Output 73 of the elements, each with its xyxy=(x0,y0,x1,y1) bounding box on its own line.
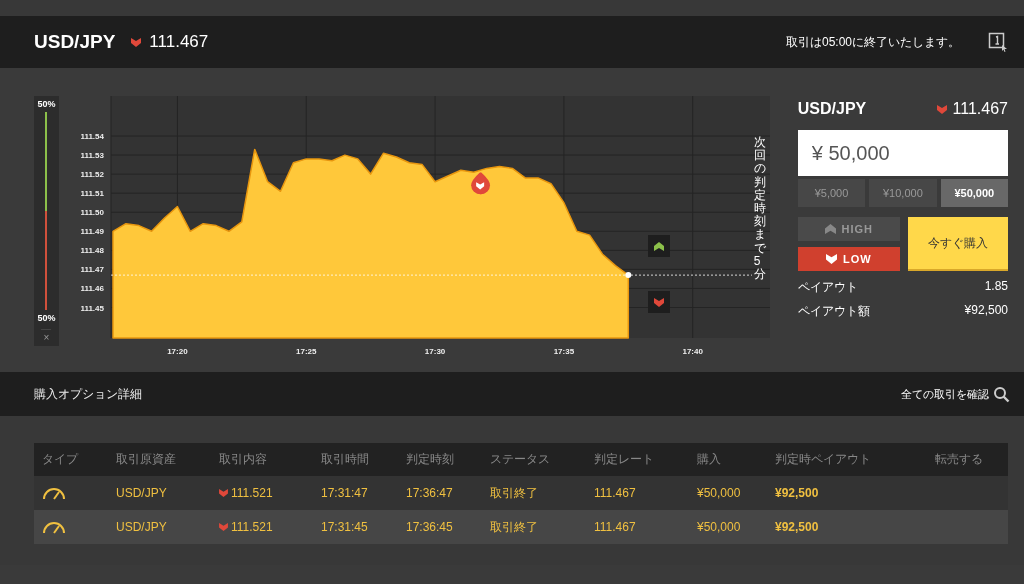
close-button[interactable]: × xyxy=(41,329,52,343)
payout-amount-label: ペイアウト額 xyxy=(797,303,870,320)
table-cell-text: USD/JPY xyxy=(115,486,168,500)
amount-preset-button[interactable]: ¥5,000 xyxy=(797,179,866,207)
column-header: 判定レート xyxy=(593,451,655,468)
column-header: 判定時刻 xyxy=(405,451,455,468)
table-cell: 111.521 xyxy=(231,486,273,500)
trade-pin-icon xyxy=(470,172,489,195)
payout-value: 1.85 xyxy=(984,279,1008,295)
table-cell-text: 17:36:45 xyxy=(405,520,454,534)
column-header: タイプ xyxy=(41,451,80,468)
table-cell-text: 17:31:45 xyxy=(320,520,369,534)
all-trades-link[interactable]: 全ての取引を確認 xyxy=(901,386,989,402)
low-button[interactable]: LOW xyxy=(797,247,900,271)
payout-label: ペイアウト xyxy=(797,279,858,296)
column-header: 判定時ペイアウト xyxy=(774,451,872,468)
table-cell-text: 111.467 xyxy=(593,486,637,500)
column-header: 取引原資産 xyxy=(115,451,177,468)
y-axis-label: 111.47 xyxy=(80,265,104,275)
column-header: 取引時間 xyxy=(320,451,370,468)
table-cell-text: ¥92,500 xyxy=(774,520,820,534)
table-cell-text: 取引終了 xyxy=(489,484,539,502)
exchange-rate: 111.467 xyxy=(952,100,1008,118)
y-axis-label: 111.48 xyxy=(80,246,104,256)
y-axis-label: 111.51 xyxy=(80,189,104,199)
gauge-icon xyxy=(42,485,66,501)
low-percentage: 50% xyxy=(37,313,56,323)
table-cell: 111.521 xyxy=(231,520,273,534)
high-button[interactable] xyxy=(647,235,670,257)
x-axis-label: 17:25 xyxy=(295,347,317,354)
gauge-icon xyxy=(42,519,66,535)
table-cell-text: 17:36:47 xyxy=(405,486,454,500)
column-header: 購入 xyxy=(696,451,722,468)
trading-notice: 取引は05:00に終了いたします。 xyxy=(785,33,960,51)
high-button[interactable]: HIGH xyxy=(797,217,900,241)
y-axis-label: 111.53 xyxy=(80,151,104,161)
table-cell-text: ¥92,500 xyxy=(774,486,820,500)
high-percentage: 50% xyxy=(37,99,56,109)
payout-amount-value: ¥92,500 xyxy=(964,303,1008,319)
one-click-icon[interactable] xyxy=(988,32,1008,52)
countdown-label: 次回の判定時刻まで5分 xyxy=(753,136,766,282)
y-axis-label: 111.45 xyxy=(80,303,104,313)
column-header: 取引内容 xyxy=(218,451,268,468)
table-cell-text: USD/JPY xyxy=(115,520,168,534)
up-chevron-icon xyxy=(824,224,836,234)
y-axis-label: 111.54 xyxy=(80,132,104,141)
amount-preset-button[interactable]: ¥50,000 xyxy=(940,179,1008,207)
column-header: ステータス xyxy=(489,451,551,468)
table-cell-text: 取引終了 xyxy=(489,518,539,536)
section-title: 購入オプション詳細 xyxy=(34,385,142,403)
amount-preset-button[interactable]: ¥10,000 xyxy=(869,179,937,207)
table-cell-text: 111.467 xyxy=(593,520,637,534)
x-axis-label: 17:20 xyxy=(166,347,188,354)
table-cell-text: ¥50,000 xyxy=(696,520,742,534)
table-cell-text: ¥50,000 xyxy=(696,486,742,500)
down-chevron-icon xyxy=(825,254,837,264)
x-axis-label: 17:30 xyxy=(424,347,446,354)
currency-pair: USD/JPY xyxy=(34,31,116,53)
current-rate-dot xyxy=(625,272,632,279)
y-axis-label: 111.46 xyxy=(80,284,104,294)
x-axis-label: 17:40 xyxy=(682,347,703,354)
table-cell-text: 17:31:47 xyxy=(320,486,369,500)
search-icon[interactable] xyxy=(993,385,1010,403)
y-axis-label: 111.50 xyxy=(80,208,104,218)
buy-now-button[interactable]: 今すぐ購入 xyxy=(907,217,1008,271)
currency-pair: USD/JPY xyxy=(797,100,867,118)
exchange-rate: 111.467 xyxy=(149,32,209,52)
low-button[interactable] xyxy=(647,291,670,313)
y-axis-label: 111.52 xyxy=(80,170,104,180)
x-axis-label: 17:35 xyxy=(553,347,574,354)
column-header: 転売する xyxy=(934,451,984,468)
amount-field[interactable]: ¥ 50,000 xyxy=(797,130,1008,176)
y-axis-label: 111.49 xyxy=(80,227,104,237)
